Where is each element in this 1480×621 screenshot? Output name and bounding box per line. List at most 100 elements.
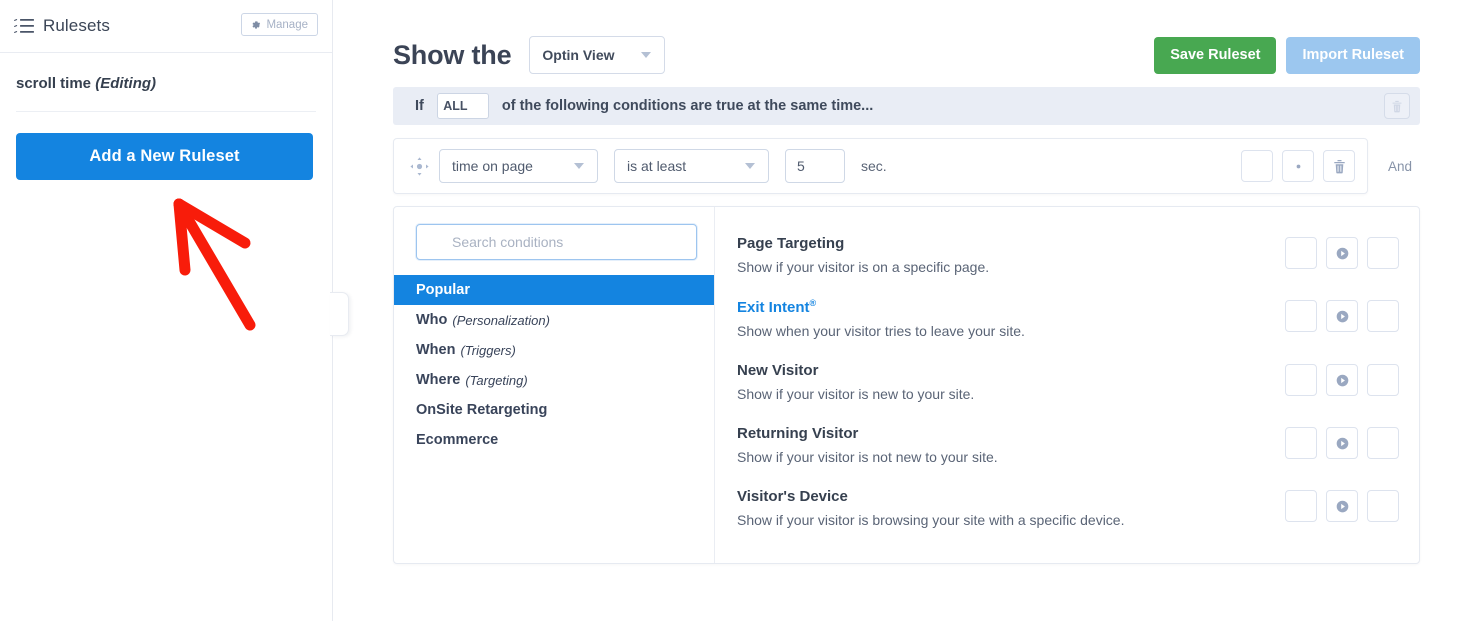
search-conditions-field[interactable] — [416, 224, 697, 260]
category-item[interactable]: Popular — [394, 275, 714, 305]
condition-option-text: Page TargetingShow if your visitor is on… — [737, 234, 1285, 275]
video-button[interactable] — [1326, 427, 1358, 459]
condition-option: New Visitor Show if your visitor is new t… — [737, 350, 1419, 413]
condition-option-description: Show if your visitor is on a specific pa… — [737, 259, 1285, 275]
condition-option-description: Show if your visitor is browsing your si… — [737, 512, 1285, 528]
add-condition-button[interactable] — [1367, 237, 1399, 269]
category-sublabel: (Targeting) — [465, 373, 527, 388]
condition-type-select[interactable]: time on page — [439, 149, 598, 183]
condition-option-title-text: Exit Intent — [737, 299, 810, 316]
condition-option: Page TargetingShow if your visitor is on… — [737, 223, 1419, 286]
condition-categories: Popular Who (Personalization) When(Triggers… — [394, 207, 715, 563]
condition-option-actions — [1285, 424, 1399, 459]
play-icon — [1335, 499, 1350, 514]
condition-option-actions — [1285, 234, 1399, 269]
condition-option-title[interactable]: Exit Intent® — [737, 298, 1285, 316]
chevron-down-icon — [574, 163, 584, 169]
ruleset-list-item[interactable]: scroll time (Editing) — [16, 53, 316, 112]
add-condition-button[interactable] — [1367, 300, 1399, 332]
add-new-ruleset-button[interactable]: Add a New Ruleset — [16, 133, 313, 180]
condition-option-description: Show if your visitor is not new to your … — [737, 449, 1285, 465]
category-item[interactable]: Who (Personalization) — [394, 305, 714, 335]
docs-button[interactable] — [1285, 300, 1317, 332]
plus-icon — [1376, 373, 1391, 388]
delete-condition-button[interactable] — [1323, 150, 1355, 182]
category-sublabel: (Personalization) — [452, 313, 550, 328]
add-condition-button[interactable] — [1367, 364, 1399, 396]
chevron-down-icon — [745, 163, 755, 169]
video-button[interactable] — [1326, 490, 1358, 522]
docs-button[interactable] — [1285, 364, 1317, 396]
sidebar-body: scroll time (Editing) Add a New Ruleset — [0, 53, 332, 180]
move-icon[interactable] — [410, 157, 429, 176]
video-button[interactable] — [1326, 237, 1358, 269]
stepper-arrows-icon[interactable] — [827, 157, 836, 177]
condition-option-title: Returning Visitor — [737, 425, 1285, 442]
condition-option-actions — [1285, 297, 1399, 332]
save-ruleset-button[interactable]: Save Ruleset — [1154, 37, 1276, 74]
condition-option-title: New Visitor — [737, 362, 1285, 379]
if-label: If — [415, 98, 424, 114]
condition-row: time on page is at least 5 — [393, 138, 1368, 194]
swap-icon — [472, 101, 483, 111]
category-list: Popular Who (Personalization) When(Triggers… — [394, 275, 714, 455]
condition-option-text: Visitor's DeviceShow if your visitor is … — [737, 487, 1285, 528]
play-icon — [1335, 373, 1350, 388]
condition-option-text: New Visitor Show if your visitor is new t… — [737, 361, 1285, 402]
category-item[interactable]: Where(Targeting) — [394, 365, 714, 395]
condition-value-stepper[interactable]: 5 — [785, 149, 845, 183]
condition-option-title-text: New Visitor — [737, 362, 818, 379]
plus-icon — [1376, 309, 1391, 324]
docs-button[interactable] — [1285, 237, 1317, 269]
condition-row-actions — [1241, 150, 1355, 182]
add-condition-button[interactable] — [1367, 427, 1399, 459]
condition-option-title-text: Returning Visitor — [737, 425, 858, 442]
condition-option: Returning Visitor Show if your visitor is… — [737, 413, 1419, 476]
trash-icon — [1332, 159, 1347, 174]
condition-option-actions — [1285, 361, 1399, 396]
gear-icon — [251, 20, 261, 30]
manage-button[interactable]: Manage — [241, 13, 318, 36]
category-label: Ecommerce — [416, 432, 498, 448]
ruleset-name: scroll time — [16, 75, 91, 92]
rulesets-sidebar: Rulesets Manage scroll time (Editing) Ad… — [0, 0, 333, 621]
add-condition-button[interactable] — [1367, 490, 1399, 522]
category-item[interactable]: When(Triggers) — [394, 335, 714, 365]
category-label: Who — [416, 312, 447, 328]
docs-button[interactable] — [1285, 490, 1317, 522]
doc-icon — [1294, 246, 1309, 261]
category-item[interactable]: OnSite Retargeting — [394, 395, 714, 425]
all-any-toggle[interactable]: ALL — [437, 93, 489, 119]
manage-button-label: Manage — [266, 19, 308, 31]
import-ruleset-button[interactable]: Import Ruleset — [1286, 37, 1420, 74]
sidebar-collapse-toggle[interactable] — [330, 292, 349, 336]
duplicate-condition-button[interactable] — [1241, 150, 1273, 182]
preview-condition-button[interactable] — [1282, 150, 1314, 182]
condition-option-description: Show if your visitor is new to your site… — [737, 386, 1285, 402]
docs-button[interactable] — [1285, 427, 1317, 459]
category-sublabel: (Triggers) — [460, 343, 515, 358]
condition-list: Page TargetingShow if your visitor is on… — [715, 207, 1419, 563]
view-select[interactable]: Optin View — [529, 36, 665, 74]
editor-header: Show the Optin View Save Ruleset Import … — [393, 0, 1420, 62]
header-actions: Save Ruleset Import Ruleset — [1154, 37, 1420, 74]
sidebar-header: Rulesets Manage — [0, 0, 332, 53]
search-input[interactable] — [452, 234, 686, 250]
condition-type-value: time on page — [452, 158, 533, 174]
doc-icon — [1294, 436, 1309, 451]
play-icon — [1335, 436, 1350, 451]
copy-icon — [1250, 159, 1265, 174]
video-button[interactable] — [1326, 364, 1358, 396]
page-title: Rulesets — [43, 16, 110, 36]
doc-icon — [1294, 499, 1309, 514]
eye-icon — [1291, 159, 1306, 174]
doc-icon — [1294, 373, 1309, 388]
category-item[interactable]: Ecommerce — [394, 425, 714, 455]
condition-operator-select[interactable]: is at least — [614, 149, 769, 183]
video-button[interactable] — [1326, 300, 1358, 332]
category-label: Popular — [416, 282, 470, 298]
all-any-label: ALL — [443, 99, 467, 113]
search-icon — [429, 235, 443, 249]
delete-group-button[interactable] — [1384, 93, 1410, 119]
ruleset-state: (Editing) — [95, 75, 156, 92]
